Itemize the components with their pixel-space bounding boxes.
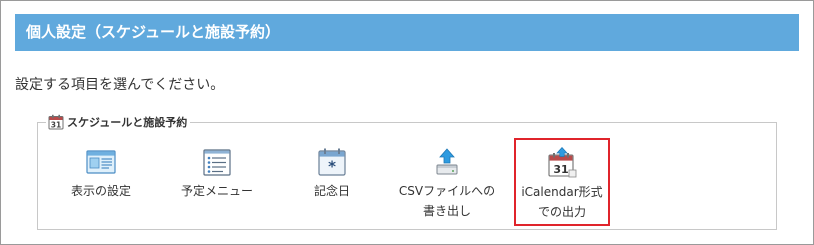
schedule-menu-item[interactable]: 予定メニュー xyxy=(167,140,267,225)
icalendar-export-label-line2[interactable]: での出力 xyxy=(516,202,608,222)
schedule-menu-label[interactable]: 予定メニュー xyxy=(167,181,267,201)
icalendar-export-item[interactable]: 31 iCalendar形式 での出力 xyxy=(514,138,610,226)
display-settings-icon xyxy=(86,150,116,174)
svg-text:*: * xyxy=(328,158,336,176)
list-menu-icon xyxy=(203,149,231,176)
svg-text:31: 31 xyxy=(553,163,568,176)
page-title: 個人設定（スケジュールと施設予約） xyxy=(15,14,799,51)
icalendar-export-icon: 31 xyxy=(548,147,577,178)
display-settings-label[interactable]: 表示の設定 xyxy=(51,181,151,201)
display-settings-item[interactable]: 表示の設定 xyxy=(51,140,151,225)
export-upload-icon xyxy=(436,148,458,175)
instruction-text: 設定する項目を選んでください。 xyxy=(15,77,225,93)
icalendar-export-label-line1[interactable]: iCalendar形式 xyxy=(516,182,608,202)
anniversary-calendar-icon: * xyxy=(318,148,346,176)
anniversary-label[interactable]: 記念日 xyxy=(282,181,382,201)
svg-text:31: 31 xyxy=(51,121,61,130)
csv-export-label-line1[interactable]: CSVファイルへの xyxy=(397,181,497,201)
anniversary-item[interactable]: * 記念日 xyxy=(282,140,382,225)
csv-export-item[interactable]: CSVファイルへの 書き出し xyxy=(397,140,497,225)
group-legend-label: スケジュールと施設予約 xyxy=(67,116,188,129)
calendar-31-icon: 31 xyxy=(48,114,64,130)
csv-export-label-line2[interactable]: 書き出し xyxy=(397,201,497,221)
group-legend: 31 スケジュールと施設予約 xyxy=(46,112,191,132)
